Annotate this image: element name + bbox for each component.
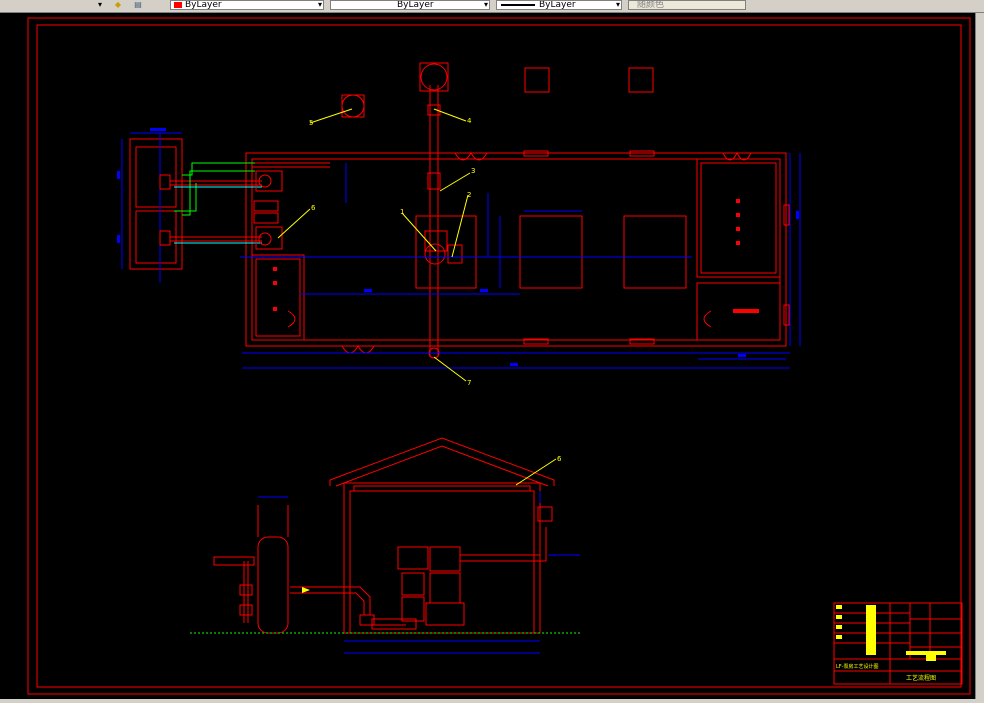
layer-dropdown-arrow[interactable]: ▾ [94,0,106,10]
pump-casing [424,230,448,252]
chevron-down-icon: ▾ [483,0,488,9]
plotstyle-control[interactable]: 随颜色 [628,0,746,10]
pump-foundation [623,215,687,289]
cad-drawing: 4 3 1 2 5 6 7 6 LF-泵房工艺设计图 工艺流程图 [27,17,971,695]
layer-state-icon[interactable]: ◆ [110,0,126,10]
pump-symbol [424,243,446,265]
plan-leader-label: 6 [311,204,316,212]
plan-leader-label: 1 [400,208,404,216]
plan-leader-label: 3 [471,167,475,175]
plan-room-left-inner [255,258,301,337]
color-value: ByLayer [185,0,222,10]
drawing-canvas[interactable]: 4 3 1 2 5 6 7 6 LF-泵房工艺设计图 工艺流程图 [0,13,975,699]
title-project-name: LF-泵房工艺设计图 [836,663,878,670]
water-tank [129,138,183,270]
color-control[interactable]: ByLayer ▾ [170,0,324,10]
plan-room-upper-right-inner [700,162,777,274]
lineweight-control[interactable]: ByLayer ▾ [496,0,622,10]
plan-leader-label: 2 [467,191,471,199]
linetype-control[interactable]: ByLayer ▾ [330,0,490,10]
inner-frame [36,24,962,688]
tank-symbol [341,94,365,118]
pump-foundation [519,215,583,289]
plan-leader-label: 7 [467,379,471,387]
elevation-view: 6 [190,437,580,654]
well-symbol [420,63,448,91]
elevation-leader-label: 6 [557,455,562,463]
horizontal-scrollbar[interactable] [0,699,984,703]
title-block [833,602,963,685]
chevron-down-icon: ▾ [317,0,322,9]
properties-toolbar: ▾ ◆ ▤ ByLayer ▾ ByLayer ▾ ByLayer ▾ 随颜色 [0,0,984,13]
plan-leader-label: 5 [309,119,313,127]
chevron-down-icon: ▾ [615,0,620,9]
plan-door [703,310,712,328]
plan-outer-wall [245,152,787,347]
lineweight-preview [501,4,535,6]
title-drawing-name: 工艺流程图 [906,674,936,682]
plan-room-left [251,254,305,341]
plotstyle-value: 随颜色 [637,0,665,10]
layer-previous-icon[interactable]: ▤ [130,0,146,10]
vertical-scrollbar[interactable] [975,13,984,699]
lineweight-value: ByLayer [539,0,576,10]
plan-leader-label: 4 [467,117,472,125]
plan-door [287,310,296,328]
plan-door [341,344,375,354]
plan-view: 4 3 1 2 5 6 7 [117,62,801,387]
linetype-value: ByLayer [397,0,434,10]
color-swatch [174,2,182,8]
outer-frame [27,17,971,695]
plan-room-upper-right [696,158,781,278]
motor-symbol [447,244,463,264]
